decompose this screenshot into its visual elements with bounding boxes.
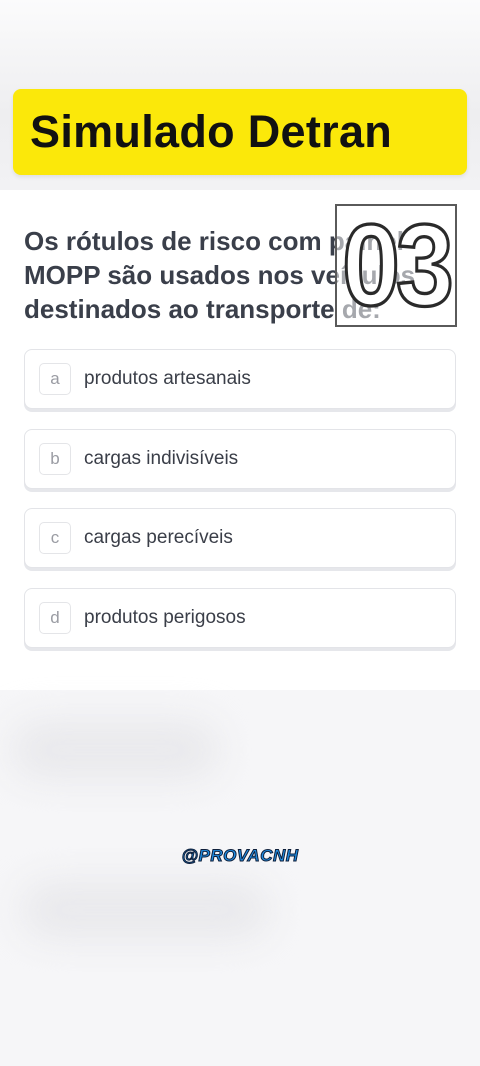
- answer-option-b[interactable]: b cargas indivisíveis: [24, 429, 456, 489]
- option-text: cargas perecíveis: [84, 527, 233, 548]
- title-banner: Simulado Detran: [13, 89, 467, 175]
- option-text: cargas indivisíveis: [84, 448, 239, 469]
- blurred-background: [0, 690, 480, 1066]
- option-text: produtos artesanais: [84, 368, 251, 389]
- blur-shape: [20, 880, 270, 940]
- watermark-handle: @PROVACNH: [181, 846, 299, 866]
- answer-option-d[interactable]: d produtos perigosos: [24, 588, 456, 648]
- option-text: produtos perigosos: [84, 607, 246, 628]
- option-letter: b: [39, 443, 71, 475]
- question-number-badge: 03: [335, 204, 457, 327]
- answer-option-a[interactable]: a produtos artesanais: [24, 349, 456, 409]
- banner-title: Simulado Detran: [30, 106, 393, 157]
- option-letter: d: [39, 602, 71, 634]
- answer-option-c[interactable]: c cargas perecíveis: [24, 508, 456, 568]
- option-letter: a: [39, 363, 71, 395]
- option-letter: c: [39, 522, 71, 554]
- blur-shape: [10, 720, 220, 780]
- question-number: 03: [341, 200, 456, 331]
